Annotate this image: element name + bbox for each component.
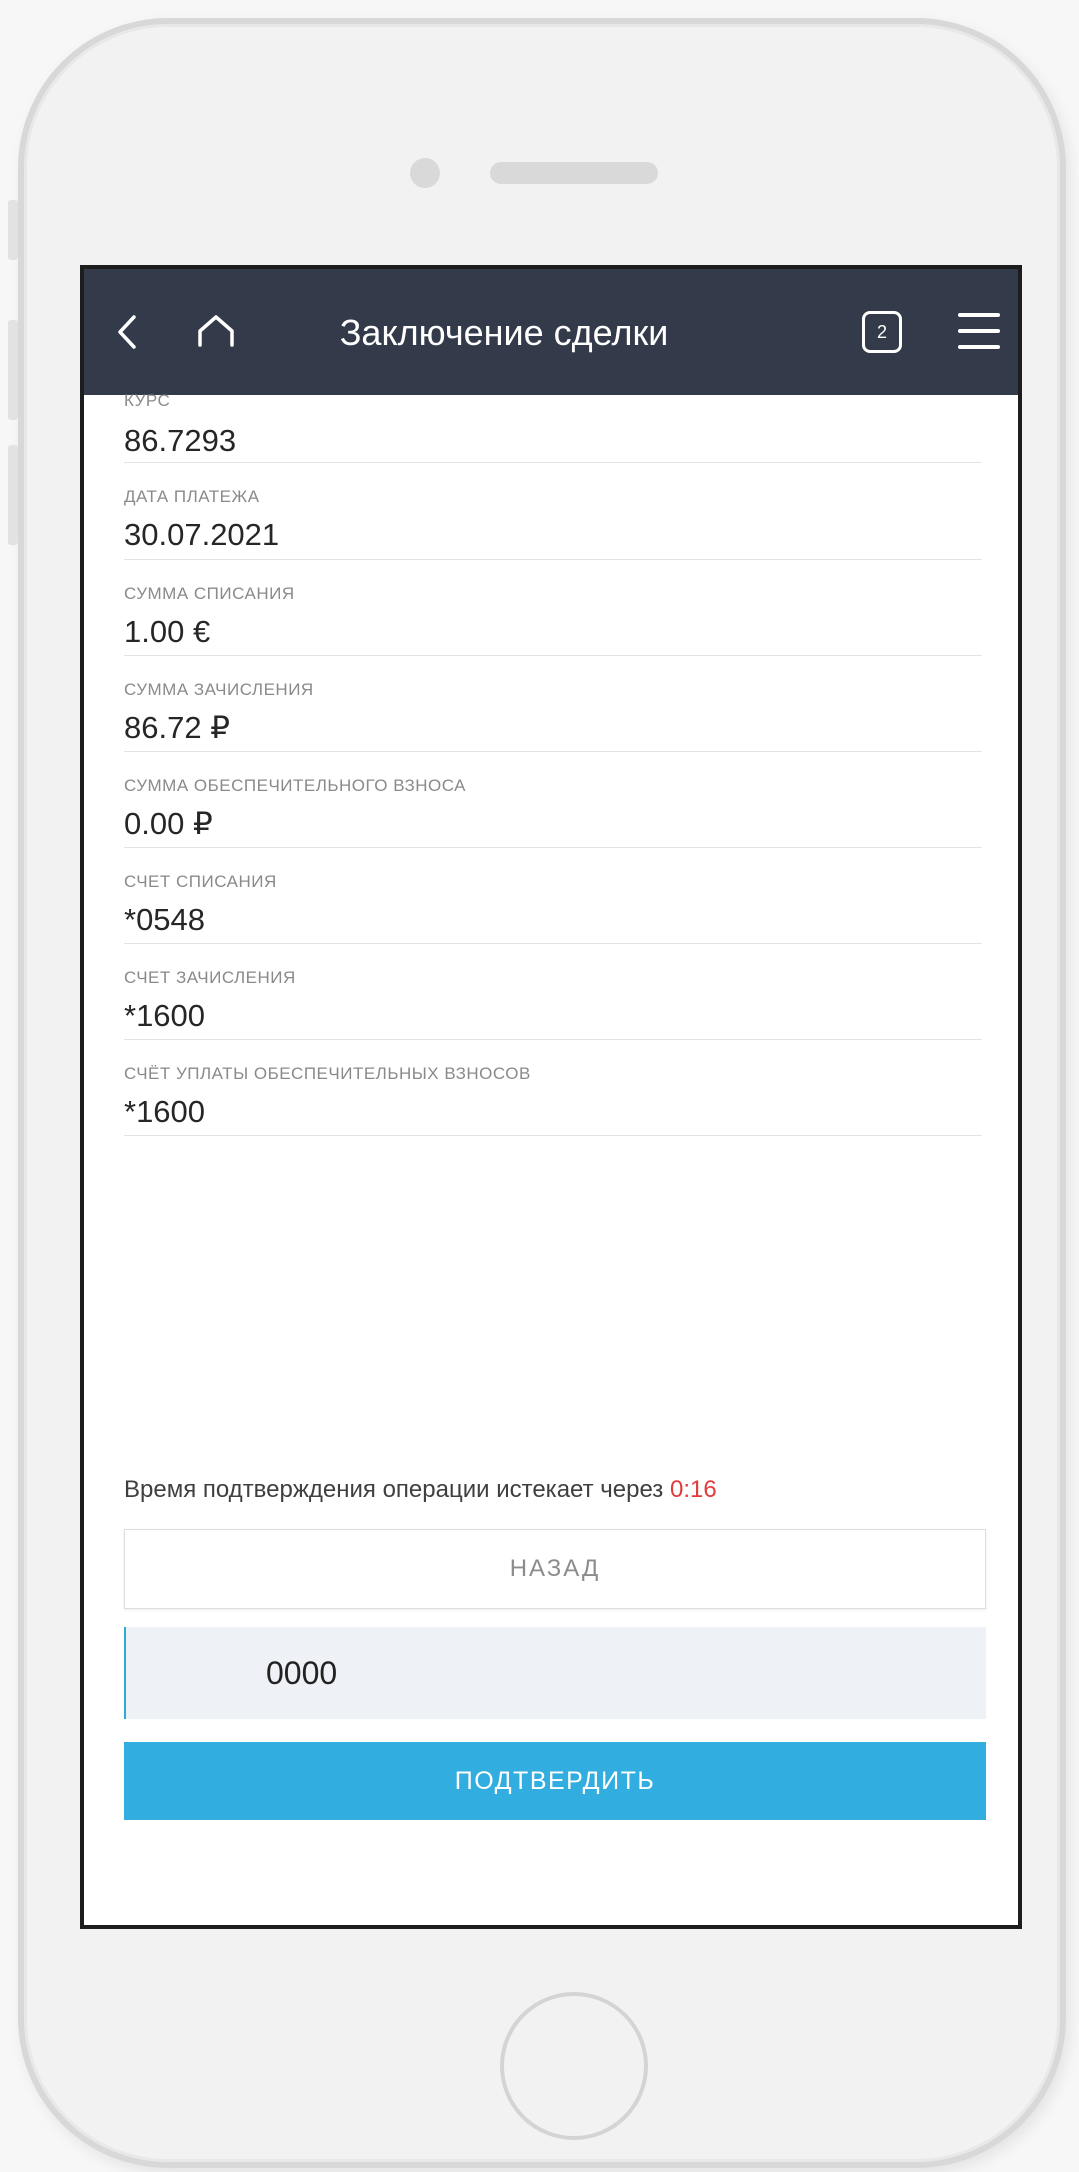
timer-message: Время подтверждения операции истекает че… [124,1476,664,1503]
field-label: СУММА ОБЕСПЕЧИТЕЛЬНОГО ВЗНОСА [124,776,467,795]
confirm-button[interactable]: ПОДТВЕРДИТЬ [124,1742,986,1820]
timer-countdown: 0:16 [669,1476,717,1503]
field-label: СУММА ЗАЧИСЛЕНИЯ [124,680,314,699]
field-value: 86.7293 [124,423,237,458]
app-header: Заключение сделки 2 [84,269,1018,395]
deal-details: КУРС 86.7293 ДАТА ПЛАТЕЖА 30.07.2021 СУМ… [84,391,1018,1136]
field-value: *1600 [124,998,206,1033]
field-deposit-account: СЧЁТ УПЛАТЫ ОБЕСПЕЧИТЕЛЬНЫХ ВЗНОСОВ *160… [124,1040,982,1136]
notifications-badge[interactable]: 2 [862,311,902,353]
page-title: Заключение сделки [339,312,669,353]
speaker-grille [490,162,658,184]
field-label: ДАТА ПЛАТЕЖА [124,487,260,506]
side-button-volume-down [8,445,18,545]
field-label: СЧЕТ СПИСАНИЯ [124,872,277,891]
field-debit-account: СЧЕТ СПИСАНИЯ *0548 [124,848,982,944]
back-button[interactable]: НАЗАД [124,1529,986,1609]
confirmation-code-input[interactable] [124,1627,986,1719]
field-value: 0.00 ₽ [124,806,213,841]
home-icon[interactable] [196,313,236,349]
field-debit-amount: СУММА СПИСАНИЯ 1.00 € [124,560,982,656]
field-label: КУРС [124,391,171,410]
field-value: 1.00 € [124,614,211,649]
field-credit-amount: СУММА ЗАЧИСЛЕНИЯ 86.72 ₽ [124,656,982,752]
camera-icon [410,158,440,188]
device-home-button[interactable] [500,1992,648,2140]
field-payment-date: ДАТА ПЛАТЕЖА 30.07.2021 [124,463,982,560]
field-value: *0548 [124,902,206,937]
hamburger-menu-icon[interactable] [956,309,1002,353]
field-credit-account: СЧЕТ ЗАЧИСЛЕНИЯ *1600 [124,944,982,1040]
confirmation-timer: Время подтверждения операции истекает че… [124,1476,717,1504]
chevron-left-icon[interactable] [112,311,142,353]
field-rate: КУРС 86.7293 [124,391,982,463]
field-value: 30.07.2021 [124,517,280,552]
field-deposit-amount: СУММА ОБЕСПЕЧИТЕЛЬНОГО ВЗНОСА 0.00 ₽ [124,752,982,848]
field-value: *1600 [124,1094,206,1129]
field-label: СЧЕТ ЗАЧИСЛЕНИЯ [124,968,296,987]
field-label: СЧЁТ УПЛАТЫ ОБЕСПЕЧИТЕЛЬНЫХ ВЗНОСОВ [124,1064,531,1083]
app-screen: Заключение сделки 2 КУРС 86.7293 ДАТА ПЛ… [80,265,1022,1929]
side-button-mute [8,200,18,260]
field-label: СУММА СПИСАНИЯ [124,584,295,603]
stage: Заключение сделки 2 КУРС 86.7293 ДАТА ПЛ… [0,0,1079,2172]
side-button-volume-up [8,320,18,420]
field-value: 86.72 ₽ [124,710,230,745]
